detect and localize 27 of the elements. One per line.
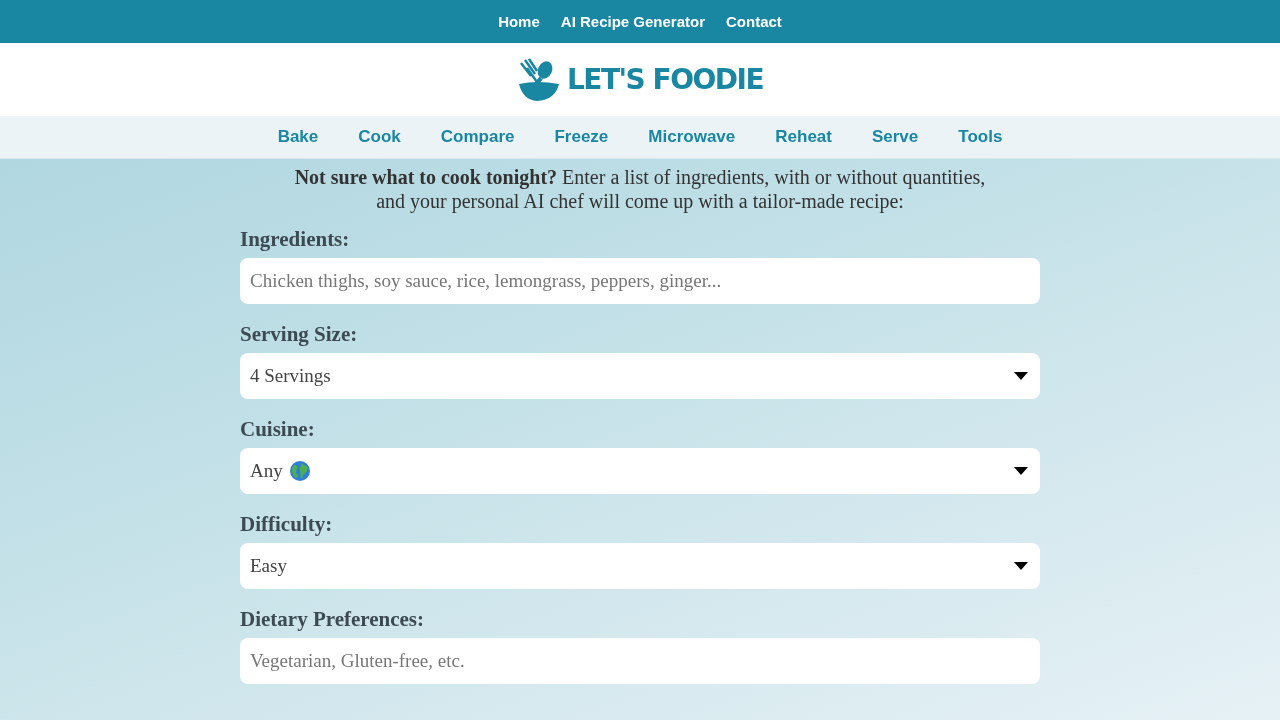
globe-icon [288,460,311,482]
category-link[interactable]: Freeze [554,127,609,147]
category-link[interactable]: Tools [958,127,1003,147]
field-label: Cuisine: [240,417,316,442]
nav-link[interactable]: Contact [726,13,782,30]
nav-link[interactable]: Home [498,13,540,30]
field-label: Ingredients: [240,227,351,252]
logo-text: LET'S FOODIE [566,63,764,96]
field-label: Serving Size: [240,322,359,347]
category-link[interactable]: Reheat [775,127,832,147]
dropdown-field[interactable]: 4 Servings [240,353,1040,399]
field-label: Difficulty: [240,512,334,537]
caret-icon [1014,562,1028,570]
nav-link[interactable]: AI Recipe Generator [560,13,706,30]
category-link[interactable]: Compare [440,127,515,147]
field-label: Dietary Preferences: [240,607,426,632]
dropdown-field[interactable]: Easy [240,543,1040,589]
text-field[interactable]: Chicken thighs, soy sauce, rice, lemongrass, peppers, ginger... [240,258,1040,304]
text-field[interactable]: Vegetarian, Gluten-free, etc. [240,638,1040,684]
intro-text: Not sure what to cook tonight? Enter a list of ingredients, with or without quantities, and your personal AI chef will come up with a tailor-made recipe: [293,165,987,213]
caret-icon [1014,467,1028,475]
category-link[interactable]: Cook [358,127,401,147]
category-link[interactable]: Microwave [648,127,736,147]
caret-icon [1014,372,1028,380]
category-link[interactable]: Bake [277,127,319,147]
category-link[interactable]: Serve [871,127,919,147]
dropdown-field[interactable]: Any [240,448,1040,494]
